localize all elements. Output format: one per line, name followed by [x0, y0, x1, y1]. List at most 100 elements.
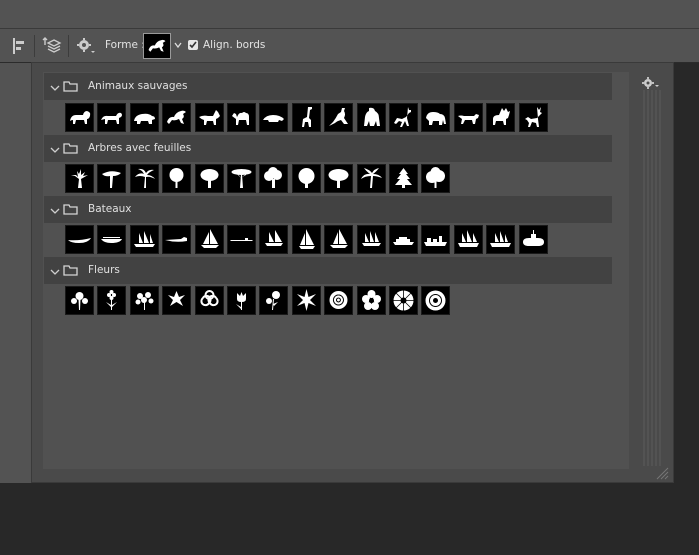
- shape-tile-gorilla[interactable]: [357, 103, 386, 132]
- shape-tile-dahlia[interactable]: [421, 286, 450, 315]
- shape-tile-palm-tree-2[interactable]: [357, 164, 386, 193]
- shape-tile-moose[interactable]: [486, 103, 515, 132]
- shape-tile-palm-tree[interactable]: [130, 164, 159, 193]
- camel-icon: [232, 112, 249, 125]
- shape-tile-gazelle[interactable]: [389, 103, 418, 132]
- shape-tile-lumpy-tree[interactable]: [259, 164, 288, 193]
- gazelle-icon: [394, 107, 411, 127]
- shape-label: Forme :: [105, 39, 145, 51]
- align-edges-label: Align. bords: [203, 39, 266, 51]
- group-label: Fleurs: [88, 264, 120, 276]
- shape-tile-tall-ship[interactable]: [130, 225, 159, 254]
- chevron-down-icon[interactable]: [50, 144, 60, 153]
- shape-tile-cargo-ship[interactable]: [421, 225, 450, 254]
- shape-tile-sail-yacht[interactable]: [324, 225, 353, 254]
- right-strip: [674, 63, 699, 483]
- shape-tile-camel[interactable]: [227, 103, 256, 132]
- shape-tile-hyacinth[interactable]: [97, 286, 126, 315]
- shape-tile-clipper[interactable]: [357, 225, 386, 254]
- shape-tile-galleon[interactable]: [454, 225, 483, 254]
- align-icon[interactable]: [10, 36, 30, 56]
- shape-tile-schooner[interactable]: [259, 225, 288, 254]
- shape-tile-fir[interactable]: [389, 164, 418, 193]
- shape-picker-button[interactable]: [143, 33, 171, 59]
- shape-tile-round-tree[interactable]: [162, 164, 191, 193]
- shape-tile-rowboat[interactable]: [97, 225, 126, 254]
- shape-tile-leafy-tree[interactable]: [421, 164, 450, 193]
- schooner-icon: [265, 230, 283, 246]
- toolbar-separator: [34, 35, 35, 57]
- shape-tile-lily[interactable]: [162, 286, 191, 315]
- shape-tile-daisy[interactable]: [389, 286, 418, 315]
- align-edges-checkbox[interactable]: [188, 40, 198, 50]
- shape-tile-tulip[interactable]: [227, 286, 256, 315]
- shape-tile-kangaroo[interactable]: [324, 103, 353, 132]
- shape-tile-tree-flat[interactable]: [97, 164, 126, 193]
- shape-tile-broad-tree[interactable]: [195, 164, 224, 193]
- shape-tile-canoe[interactable]: [65, 225, 94, 254]
- shape-tile-speedboat[interactable]: [162, 225, 191, 254]
- shape-tile-lion[interactable]: [65, 103, 94, 132]
- hippogriff-icon: [148, 39, 166, 52]
- chevron-down-icon[interactable]: [50, 82, 60, 91]
- tree-flat-icon: [102, 171, 121, 188]
- shape-tile-flower-outline[interactable]: [195, 286, 224, 315]
- chevron-down-icon[interactable]: [50, 266, 60, 275]
- gorilla-icon: [364, 107, 380, 126]
- group-header[interactable]: Fleurs: [44, 257, 612, 284]
- sail-yacht-icon: [330, 229, 348, 248]
- shape-tile-blossom[interactable]: [357, 286, 386, 315]
- resize-grip-icon[interactable]: [655, 466, 669, 480]
- shape-tile-wild-dog[interactable]: [454, 103, 483, 132]
- shape-tile-yacht[interactable]: [292, 225, 321, 254]
- flower-outline-icon: [200, 290, 219, 307]
- shape-tile-mole[interactable]: [259, 103, 288, 132]
- shape-tile-flower-ornament[interactable]: [65, 286, 94, 315]
- chevron-down-icon[interactable]: [50, 205, 60, 214]
- shape-tile-bear[interactable]: [130, 103, 159, 132]
- folder-icon: [63, 142, 78, 154]
- shape-tile-lioness[interactable]: [97, 103, 126, 132]
- shape-tile-deer[interactable]: [519, 103, 548, 132]
- group-header[interactable]: Arbres avec feuilles: [44, 135, 612, 162]
- hyacinth-icon: [106, 290, 117, 310]
- shape-tile-rose[interactable]: [324, 286, 353, 315]
- shape-tile-rose-branch[interactable]: [259, 286, 288, 315]
- group-label: Arbres avec feuilles: [88, 142, 192, 154]
- shape-tile-submarine[interactable]: [519, 225, 548, 254]
- shape-tile-ferry[interactable]: [389, 225, 418, 254]
- arrange-icon[interactable]: [42, 36, 62, 56]
- starflower-icon: [297, 289, 316, 311]
- shape-tile-wolf[interactable]: [195, 103, 224, 132]
- shape-tile-sailboat[interactable]: [195, 225, 224, 254]
- shape-tile-tree-bare[interactable]: [65, 164, 94, 193]
- folder-icon: [63, 264, 78, 276]
- shape-tile-flower-cluster[interactable]: [130, 286, 159, 315]
- shape-tile-hippogriff[interactable]: [162, 103, 191, 132]
- elephant-icon: [426, 112, 446, 125]
- gear-icon[interactable]: [76, 36, 96, 56]
- group-label: Animaux sauvages: [88, 80, 188, 92]
- chevron-down-icon[interactable]: [173, 39, 183, 51]
- shape-tile-frigate[interactable]: [486, 225, 515, 254]
- shape-tile-acacia[interactable]: [227, 164, 256, 193]
- daisy-icon: [393, 290, 414, 311]
- clipper-icon: [362, 231, 381, 246]
- scrollbar-track[interactable]: [630, 70, 668, 468]
- tree-bare-icon: [71, 169, 88, 188]
- group-header[interactable]: Animaux sauvages: [44, 73, 612, 100]
- ferry-icon: [393, 237, 414, 245]
- frigate-icon: [490, 231, 511, 247]
- shape-tile-spreading-tree[interactable]: [324, 164, 353, 193]
- shape-tile-oak[interactable]: [292, 164, 321, 193]
- shape-tile-elephant[interactable]: [421, 103, 450, 132]
- broad-tree-icon: [200, 169, 219, 188]
- rose-branch-icon: [266, 291, 280, 310]
- panel-gear-icon[interactable]: [641, 76, 659, 90]
- group-header[interactable]: Bateaux: [44, 196, 612, 223]
- shape-tile-tanker[interactable]: [227, 225, 256, 254]
- lion-icon: [70, 111, 91, 124]
- shape-tile-starflower[interactable]: [292, 286, 321, 315]
- dahlia-icon: [425, 290, 446, 311]
- shape-tile-giraffe[interactable]: [292, 103, 321, 132]
